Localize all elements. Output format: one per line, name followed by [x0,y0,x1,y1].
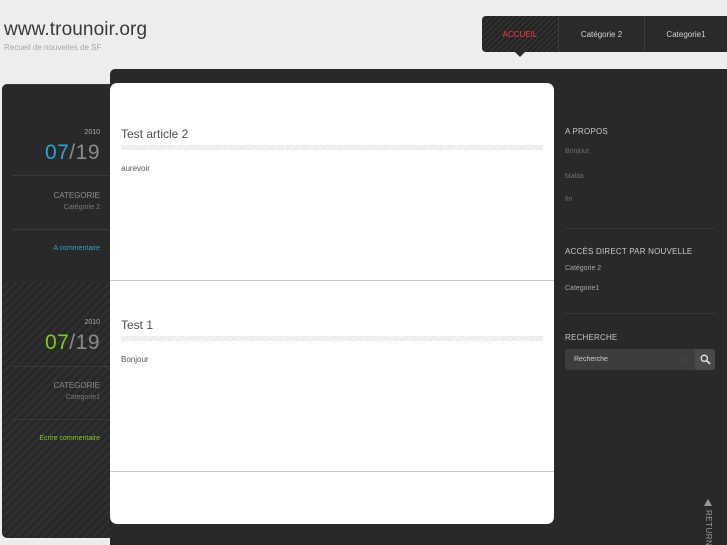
post-year: 2010 [84,129,100,136]
post-year: 2010 [84,319,100,326]
post-title[interactable]: Test 1 [121,318,153,332]
about-line: fin [565,196,573,203]
post-month: 07 [44,141,70,164]
nav-active-indicator [515,52,525,57]
comment-link[interactable]: Ecrire commentaire [39,435,100,442]
title-underline [121,145,543,150]
return-button[interactable]: RETURN [702,499,716,545]
about-line: blabla [565,173,584,180]
nav-item-categorie-2[interactable]: Catégorie 2 [559,16,645,52]
content-area: Test article 2 aurevoir Test 1 Bonjour [110,83,554,524]
sidebar-divider [565,313,715,314]
post-date: 07/19 [45,331,100,355]
category-label: CATEGORIE [53,191,100,200]
chevron-right-icon: › [684,355,687,364]
direct-link-categorie1[interactable]: Categorie1 [565,285,599,292]
search-input[interactable] [565,349,695,370]
meta-divider [12,419,110,420]
comment-link[interactable]: A commentaire [53,245,100,252]
meta-divider [12,366,110,367]
nav-item-accueil[interactable]: ACCUEIL [482,16,559,52]
main-nav: ACCUEIL Catégorie 2 Categorie1 [482,16,727,52]
arrow-up-icon [704,499,712,506]
post-date: 07/19 [45,141,100,165]
nav-item-categorie1[interactable]: Categorie1 [645,16,727,52]
sidebar-direct-title: ACCÈS DIRECT PAR NOUVELLE [565,247,693,256]
post-month: 07 [44,331,70,354]
post-meta-column: 2010 07/19 CATEGORIE Catégorie 2 A comme… [2,84,110,538]
post-divider [110,280,554,281]
post-day: 19 [75,331,100,354]
return-label: RETURN [704,510,713,545]
title-underline [121,336,543,341]
category-value[interactable]: Catégorie 2 [64,204,100,211]
search-icon [700,354,711,365]
post-day: 19 [75,141,100,164]
sidebar-divider [565,228,715,229]
post-title[interactable]: Test article 2 [121,127,188,141]
sidebar-about-title: A PROPOS [565,127,608,136]
site-title[interactable]: www.trounoir.org [4,19,147,41]
sidebar-search-title: RECHERCHE [565,333,618,342]
category-label: CATEGORIE [53,381,100,390]
site-tagline: Recueil de nouvelles de SF [4,43,102,52]
post-divider [110,471,554,472]
search-button[interactable] [695,349,715,370]
post-body: aurevoir [121,164,150,173]
meta-divider [12,229,110,230]
meta-divider [12,175,110,176]
category-value[interactable]: Categorie1 [66,394,100,401]
about-line: Bonjour, [565,148,591,155]
post-body: Bonjour [121,355,149,364]
direct-link-categorie-2[interactable]: Catégorie 2 [565,265,601,272]
